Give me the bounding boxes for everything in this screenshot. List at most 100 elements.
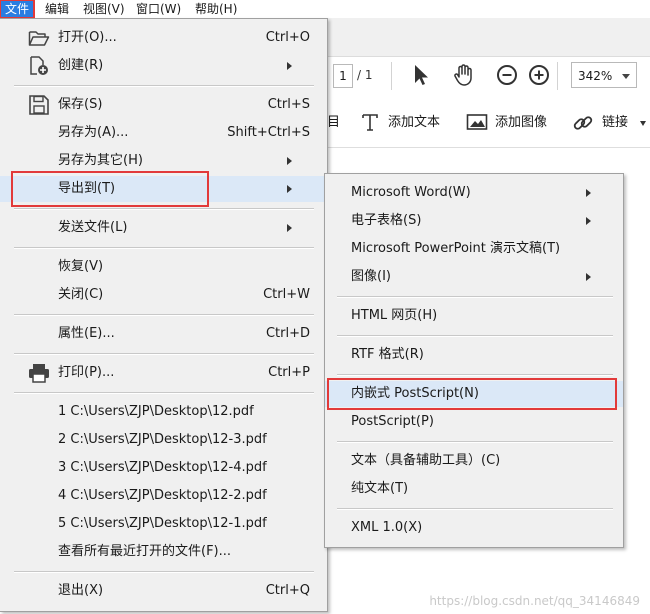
chevron-down-icon bbox=[622, 74, 630, 79]
text-t-icon bbox=[362, 114, 378, 131]
export-item-postscript[interactable]: PostScript(P) bbox=[325, 409, 623, 435]
recent-file-item[interactable]: 4 C:\Users\ZJP\Desktop\12-2.pdf bbox=[0, 483, 326, 509]
menu-item-exit[interactable]: 退出(X) Ctrl+Q bbox=[0, 578, 326, 604]
menu-separator bbox=[14, 353, 314, 355]
menu-separator bbox=[337, 508, 613, 510]
add-text-button[interactable]: 添加文本 bbox=[360, 110, 450, 136]
menu-view[interactable]: 视图(V) bbox=[78, 0, 130, 18]
menu-item-label: 文本（具备辅助工具）(C) bbox=[351, 453, 501, 468]
menu-item-label: XML 1.0(X) bbox=[351, 520, 423, 535]
link-button[interactable]: 链接 bbox=[572, 110, 648, 136]
menu-item-label: 关闭(C) bbox=[58, 287, 104, 302]
submenu-arrow-icon bbox=[287, 185, 292, 193]
shortcut-label: Ctrl+P bbox=[268, 365, 310, 380]
zoom-out-icon[interactable] bbox=[494, 62, 520, 88]
menu-item-view-all-recent[interactable]: 查看所有最近打开的文件(F)... bbox=[0, 539, 326, 565]
menu-item-label: 打开(O)... bbox=[58, 30, 117, 45]
link-label: 链接 bbox=[602, 115, 629, 130]
submenu-arrow-icon bbox=[287, 62, 292, 70]
export-item-plain-text[interactable]: 纯文本(T) bbox=[325, 476, 623, 502]
toolbar-divider bbox=[391, 62, 392, 90]
export-item-word[interactable]: Microsoft Word(W) bbox=[325, 180, 623, 206]
edit-tool-partial-label: 目 bbox=[327, 115, 341, 130]
export-item-image[interactable]: 图像(I) bbox=[325, 264, 623, 290]
export-item-html[interactable]: HTML 网页(H) bbox=[325, 303, 623, 329]
chevron-down-icon bbox=[640, 121, 646, 126]
page-number-input[interactable]: 1 bbox=[333, 64, 353, 88]
file-menu: 打开(O)... Ctrl+O 创建(R) 保存(S) Ctrl+S 另存为(A… bbox=[0, 18, 328, 612]
export-submenu: Microsoft Word(W) 电子表格(S) Microsoft Powe… bbox=[324, 173, 624, 548]
menu-item-revert[interactable]: 恢复(V) bbox=[0, 254, 326, 280]
menu-item-label: RTF 格式(R) bbox=[351, 347, 424, 362]
link-chain-icon bbox=[573, 116, 593, 130]
shortcut-label: Shift+Ctrl+S bbox=[227, 125, 310, 140]
open-folder-icon bbox=[28, 31, 50, 46]
menu-separator bbox=[14, 247, 314, 249]
menu-item-close[interactable]: 关闭(C) Ctrl+W bbox=[0, 282, 326, 308]
page-total-label: / 1 bbox=[357, 68, 373, 82]
menu-separator bbox=[14, 392, 314, 394]
menu-item-label: HTML 网页(H) bbox=[351, 308, 438, 323]
menu-item-label: 创建(R) bbox=[58, 58, 104, 73]
annotation-highlight-box bbox=[327, 378, 617, 410]
export-item-xml[interactable]: XML 1.0(X) bbox=[325, 515, 623, 541]
menu-item-label: Microsoft PowerPoint 演示文稿(T) bbox=[351, 241, 561, 256]
menu-file[interactable]: 文件 bbox=[0, 0, 35, 19]
recent-file-item[interactable]: 3 C:\Users\ZJP\Desktop\12-4.pdf bbox=[0, 455, 326, 481]
menu-item-properties[interactable]: 属性(E)... Ctrl+D bbox=[0, 321, 326, 347]
shortcut-label: Ctrl+W bbox=[263, 287, 310, 302]
recent-file-label: 4 C:\Users\ZJP\Desktop\12-2.pdf bbox=[58, 488, 267, 503]
menu-item-label: 退出(X) bbox=[58, 583, 104, 598]
menu-item-send-file[interactable]: 发送文件(L) bbox=[0, 215, 326, 241]
export-item-text-accessible[interactable]: 文本（具备辅助工具）(C) bbox=[325, 448, 623, 474]
recent-file-label: 2 C:\Users\ZJP\Desktop\12-3.pdf bbox=[58, 432, 267, 447]
image-icon bbox=[466, 114, 488, 130]
menu-edit[interactable]: 编辑 bbox=[40, 0, 74, 18]
menu-separator bbox=[14, 571, 314, 573]
export-item-spreadsheet[interactable]: 电子表格(S) bbox=[325, 208, 623, 234]
submenu-arrow-icon bbox=[586, 189, 591, 197]
menu-separator bbox=[337, 335, 613, 337]
menu-item-label: Microsoft Word(W) bbox=[351, 185, 471, 200]
export-item-rtf[interactable]: RTF 格式(R) bbox=[325, 342, 623, 368]
create-document-icon bbox=[30, 56, 48, 75]
menu-separator bbox=[337, 441, 613, 443]
menu-separator bbox=[14, 85, 314, 87]
zoom-value: 342% bbox=[578, 69, 613, 83]
select-arrow-icon[interactable] bbox=[408, 62, 434, 88]
printer-icon bbox=[29, 364, 49, 383]
edit-tool-partial[interactable]: 目 bbox=[327, 110, 341, 136]
submenu-arrow-icon bbox=[287, 157, 292, 165]
menu-item-label: 恢复(V) bbox=[58, 259, 104, 274]
menu-item-create[interactable]: 创建(R) bbox=[0, 53, 326, 79]
recent-file-label: 3 C:\Users\ZJP\Desktop\12-4.pdf bbox=[58, 460, 267, 475]
menu-item-label: 查看所有最近打开的文件(F)... bbox=[58, 544, 232, 559]
recent-file-item[interactable]: 1 C:\Users\ZJP\Desktop\12.pdf bbox=[0, 399, 326, 425]
toolbar-divider bbox=[557, 62, 558, 90]
menu-item-print[interactable]: 打印(P)... Ctrl+P bbox=[0, 360, 326, 386]
menu-help[interactable]: 帮助(H) bbox=[190, 0, 242, 18]
zoom-select[interactable]: 342% bbox=[571, 62, 637, 88]
menu-item-open[interactable]: 打开(O)... Ctrl+O bbox=[0, 25, 326, 51]
menu-item-label: 纯文本(T) bbox=[351, 481, 409, 496]
shortcut-label: Ctrl+S bbox=[267, 97, 310, 112]
submenu-arrow-icon bbox=[287, 224, 292, 232]
recent-file-item[interactable]: 2 C:\Users\ZJP\Desktop\12-3.pdf bbox=[0, 427, 326, 453]
menu-item-label: 保存(S) bbox=[58, 97, 103, 112]
export-item-powerpoint[interactable]: Microsoft PowerPoint 演示文稿(T) bbox=[325, 236, 623, 262]
add-text-label: 添加文本 bbox=[388, 115, 441, 130]
watermark: https://blog.csdn.net/qq_34146849 bbox=[429, 594, 640, 608]
recent-file-item[interactable]: 5 C:\Users\ZJP\Desktop\12-1.pdf bbox=[0, 511, 326, 537]
hand-tool-icon[interactable] bbox=[451, 62, 477, 88]
add-image-label: 添加图像 bbox=[495, 115, 548, 130]
menu-item-save[interactable]: 保存(S) Ctrl+S bbox=[0, 92, 326, 118]
add-image-button[interactable]: 添加图像 bbox=[466, 110, 558, 136]
submenu-arrow-icon bbox=[586, 217, 591, 225]
menu-item-label: 电子表格(S) bbox=[351, 213, 422, 228]
zoom-in-icon[interactable] bbox=[526, 62, 552, 88]
menu-item-save-as[interactable]: 另存为(A)... Shift+Ctrl+S bbox=[0, 120, 326, 146]
menu-item-label: PostScript(P) bbox=[351, 414, 434, 429]
menu-bar: 文件 编辑 视图(V) 窗口(W) 帮助(H) bbox=[0, 0, 650, 19]
recent-file-label: 1 C:\Users\ZJP\Desktop\12.pdf bbox=[58, 404, 254, 419]
menu-window[interactable]: 窗口(W) bbox=[131, 0, 186, 18]
